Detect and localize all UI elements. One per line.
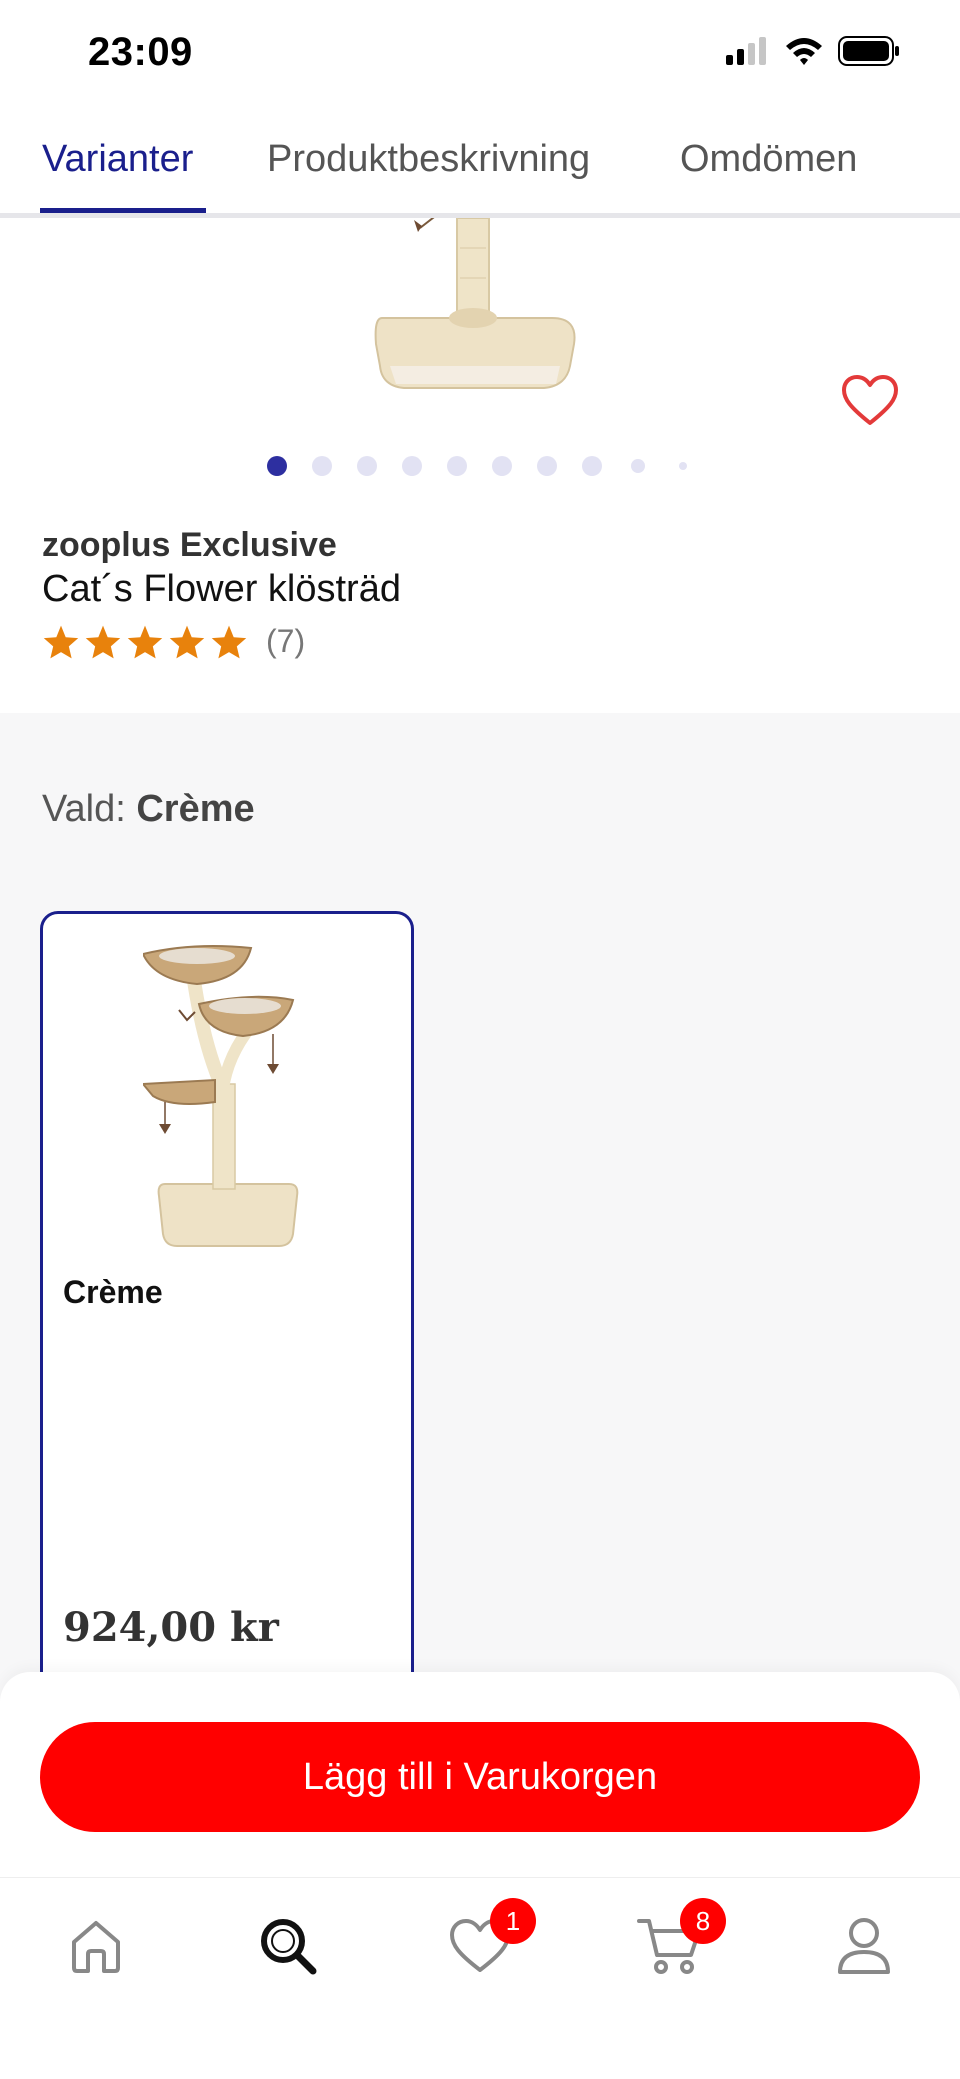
- carousel-dot[interactable]: [582, 456, 602, 476]
- variant-name: Crème: [63, 1274, 163, 1310]
- carousel-dot[interactable]: [402, 456, 422, 476]
- variant-price: 924,00 kr: [63, 1604, 279, 1651]
- star-icon: [43, 625, 79, 658]
- search-icon: [261, 1919, 317, 1975]
- product-header: zooplus Exclusive Cat´s Flower klösträd …: [0, 218, 960, 713]
- carousel-dot-active[interactable]: [267, 456, 287, 476]
- add-to-cart-button[interactable]: Lägg till i Varukorgen: [40, 1722, 920, 1832]
- selected-label: Vald:: [42, 788, 126, 830]
- star-icon: [127, 625, 163, 658]
- nav-cart[interactable]: 8: [630, 1898, 726, 1986]
- carousel-dot[interactable]: [537, 456, 557, 476]
- variant-card[interactable]: Crème 924,00 kr: [40, 911, 414, 1691]
- carousel-dot[interactable]: [312, 456, 332, 476]
- image-carousel-dots[interactable]: [0, 456, 960, 476]
- nav-search[interactable]: [248, 1906, 328, 1986]
- carousel-dot[interactable]: [631, 459, 645, 473]
- carousel-dot[interactable]: [447, 456, 467, 476]
- nav-account[interactable]: [824, 1906, 904, 1986]
- star-icon: [211, 625, 247, 658]
- status-time: 23:09: [88, 30, 193, 74]
- status-icons: [726, 36, 900, 66]
- star-icon: [85, 625, 121, 658]
- user-icon: [838, 1918, 890, 1974]
- wifi-icon: [786, 38, 822, 65]
- nav-home[interactable]: [56, 1906, 136, 1986]
- bottom-nav: 1 8: [0, 1877, 960, 2079]
- wishlist-heart-icon[interactable]: [840, 373, 900, 429]
- cart-badge: 8: [680, 1898, 726, 1944]
- selected-variant-label: Vald: Crème: [42, 788, 255, 831]
- add-to-cart-sheet: Lägg till i Varukorgen: [0, 1672, 960, 1877]
- wishlist-badge: 1: [490, 1898, 536, 1944]
- nav-wishlist[interactable]: 1: [440, 1898, 536, 1986]
- product-rating[interactable]: (7): [42, 623, 305, 660]
- home-icon: [72, 1921, 120, 1973]
- product-title: Cat´s Flower klösträd: [42, 568, 401, 610]
- active-tab-indicator: [40, 208, 206, 213]
- variant-image: [143, 945, 299, 1247]
- variant-section: Vald: Crème Crème 924,00 kr: [0, 713, 960, 1713]
- product-brand: zooplus Exclusive: [42, 526, 337, 564]
- star-icon: [169, 625, 205, 658]
- rating-count: (7): [266, 623, 306, 659]
- carousel-dot[interactable]: [357, 456, 377, 476]
- battery-icon: [838, 36, 899, 66]
- signal-icon: [726, 37, 766, 65]
- product-tabs: Varianter Produktbeskrivning Omdömen: [0, 120, 960, 218]
- product-image[interactable]: [360, 218, 600, 393]
- selected-value: Crème: [136, 788, 255, 830]
- tab-omdomen[interactable]: Omdömen: [680, 138, 857, 181]
- tab-produktbeskrivning[interactable]: Produktbeskrivning: [267, 138, 590, 181]
- tab-varianter[interactable]: Varianter: [42, 138, 193, 181]
- status-bar: 23:09: [0, 0, 960, 110]
- carousel-dot[interactable]: [679, 462, 687, 470]
- carousel-dot[interactable]: [492, 456, 512, 476]
